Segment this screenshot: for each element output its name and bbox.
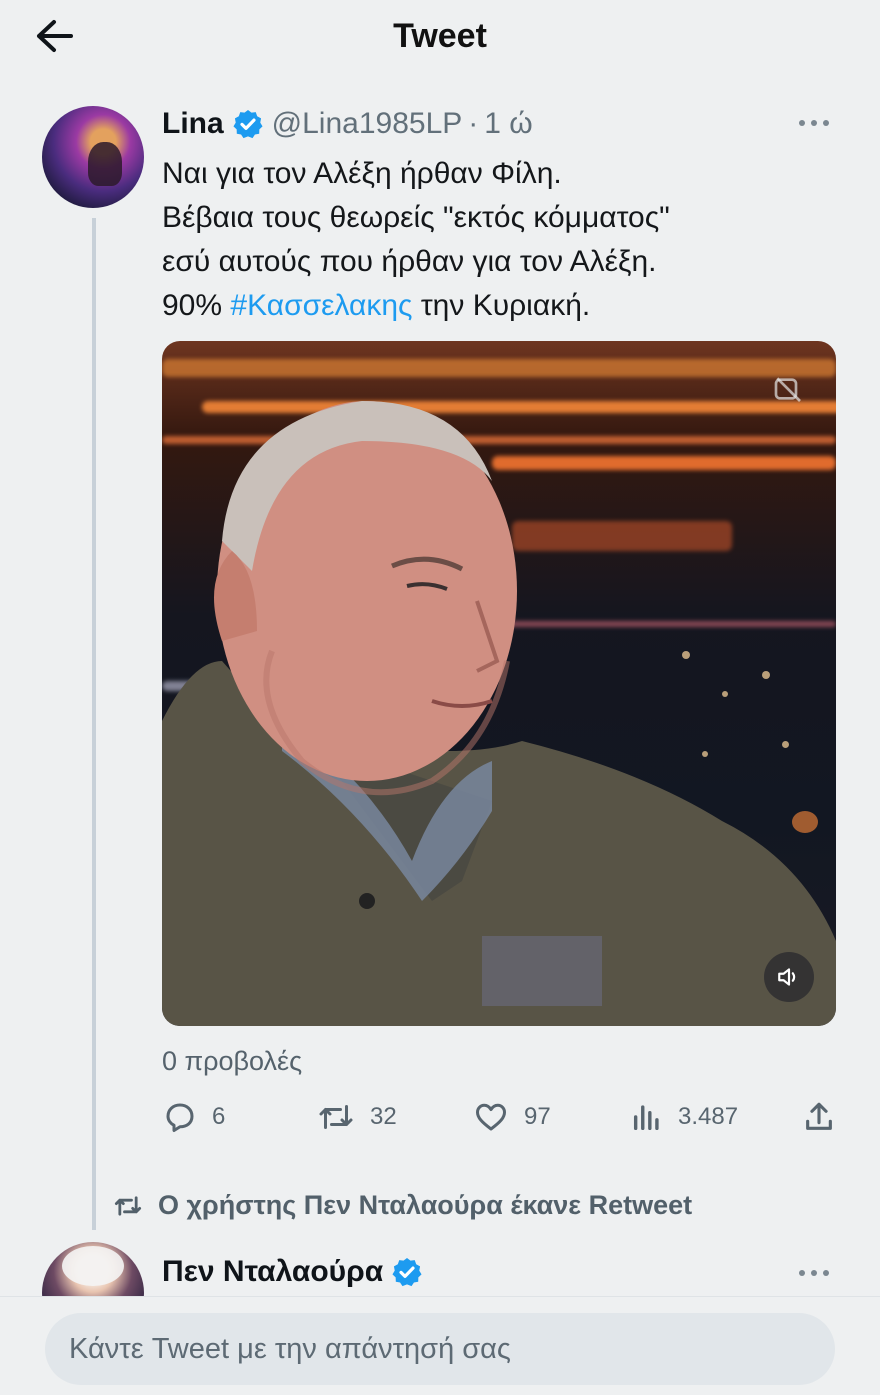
reply-button[interactable]: 6 xyxy=(162,1094,225,1140)
retweet-icon xyxy=(319,1105,353,1129)
speaker-icon xyxy=(778,968,796,986)
reply-count: 6 xyxy=(212,1103,226,1130)
author-name[interactable]: Lina xyxy=(162,107,224,141)
retweet-icon xyxy=(114,1195,142,1216)
retweeted-by-text: Ο χρήστης Πεν Νταλαούρα έκανε Retweet xyxy=(158,1190,693,1220)
author-avatar[interactable] xyxy=(42,106,144,208)
next-more-options-button[interactable] xyxy=(794,1258,834,1288)
tweet-text-line: 90% #Κασσελακης την Κυριακή. xyxy=(162,284,842,328)
like-button[interactable]: 97 xyxy=(472,1094,551,1140)
video-frame-illustration xyxy=(162,401,836,1026)
reply-input[interactable] xyxy=(45,1313,835,1385)
view-stats-button[interactable]: 3.487 xyxy=(630,1094,738,1140)
meta-separator: · xyxy=(468,107,479,140)
tweet-text-line: Βέβαια τους θεωρείς "εκτός κόμματος" xyxy=(162,201,670,234)
more-horizontal-icon xyxy=(799,120,829,126)
more-options-button[interactable] xyxy=(794,108,834,138)
tweet-header: Lina @Lina1985LP · 1 ώ xyxy=(162,104,533,144)
more-horizontal-icon xyxy=(799,1270,829,1276)
tweet-actions: 6 32 97 3.487 xyxy=(162,1094,842,1140)
tweet-text-fragment: την Κυριακή. xyxy=(412,289,591,322)
reply-composer xyxy=(0,1296,880,1395)
author-handle[interactable]: @Lina1985LP xyxy=(272,107,463,141)
tweet-text-line: Ναι για τον Αλέξη ήρθαν Φίλη. xyxy=(162,157,562,190)
page-title: Tweet xyxy=(393,17,487,55)
next-author-name[interactable]: Πεν Νταλαούρα xyxy=(162,1255,383,1289)
next-tweet-header: Πεν Νταλαούρα xyxy=(162,1252,431,1292)
retweet-button[interactable]: 32 xyxy=(316,1094,397,1140)
analytics-bars-icon xyxy=(633,1105,659,1131)
like-count: 97 xyxy=(524,1103,551,1130)
gif-indicator-icon xyxy=(774,377,801,402)
sound-toggle-button[interactable] xyxy=(764,952,814,1002)
verified-badge-icon xyxy=(233,110,263,139)
top-bar: Tweet xyxy=(0,0,880,76)
tweet-text-fragment: 90% xyxy=(162,289,231,322)
hashtag-link[interactable]: #Κασσελακης xyxy=(230,289,412,322)
view-count: 3.487 xyxy=(678,1103,739,1130)
retweeted-by-note[interactable]: Ο χρήστης Πεν Νταλαούρα έκανε Retweet xyxy=(112,1190,692,1221)
tweet-video[interactable] xyxy=(162,341,836,1026)
retweet-count: 32 xyxy=(370,1103,397,1130)
video-view-count: 0 προβολές xyxy=(162,1046,303,1076)
thread-line xyxy=(92,218,96,1230)
tweet-text-line: εσύ αυτούς που ήρθαν για τον Αλέξη. xyxy=(162,245,657,278)
share-button[interactable] xyxy=(802,1094,850,1140)
tweet-text: Ναι για τον Αλέξη ήρθαν Φίλη. Βέβαια του… xyxy=(162,152,842,328)
verified-badge-icon xyxy=(392,1258,422,1287)
heart-icon xyxy=(476,1103,506,1131)
share-icon xyxy=(806,1102,832,1130)
reply-icon xyxy=(166,1103,194,1132)
tweet-time[interactable]: 1 ώ xyxy=(484,107,532,141)
